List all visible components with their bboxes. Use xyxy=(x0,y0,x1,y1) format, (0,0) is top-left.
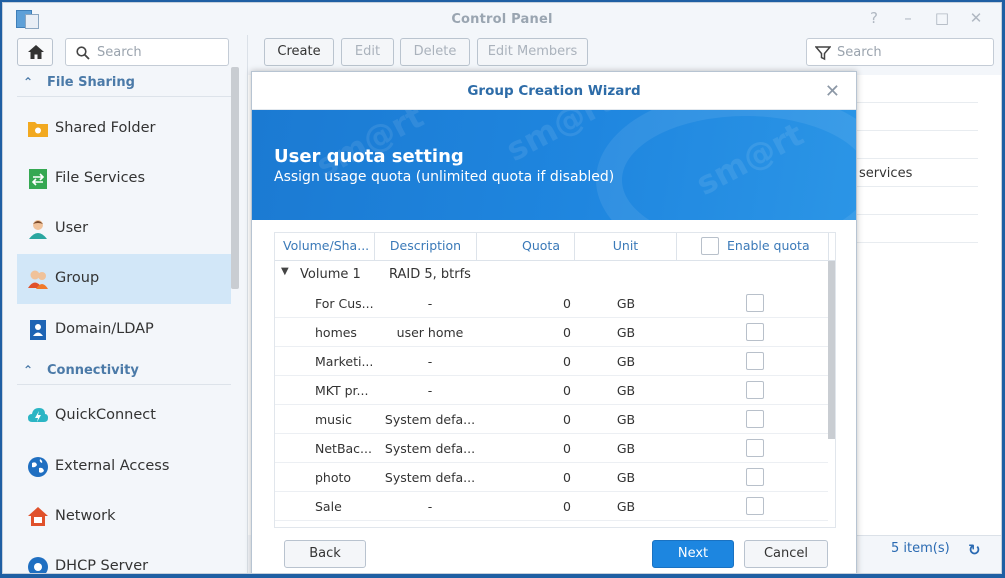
wizard-title: Group Creation Wizard xyxy=(252,72,856,110)
domain-ldap-icon xyxy=(30,320,46,340)
enable-all-checkbox[interactable] xyxy=(701,237,719,255)
column-volume[interactable]: Volume/Sha... xyxy=(275,233,375,261)
main-search-placeholder: Search xyxy=(837,45,882,60)
sidebar-item-file-services[interactable]: File Services xyxy=(17,154,231,204)
quota-row[interactable]: homes user home 0 GB xyxy=(275,318,828,347)
group-icon xyxy=(28,270,48,289)
quickconnect-icon xyxy=(28,408,48,422)
column-enable-quota[interactable]: Enable quota xyxy=(677,233,829,261)
sidebar-item-group[interactable]: Group xyxy=(17,254,231,304)
close-window-icon[interactable]: ✕ xyxy=(965,9,987,27)
sidebar-item-external-access[interactable]: External Access xyxy=(17,442,231,492)
dhcp-server-icon xyxy=(28,557,48,573)
delete-button[interactable]: Delete xyxy=(400,38,470,66)
quota-row[interactable]: Marketi... - 0 GB xyxy=(275,347,828,376)
caret-down-icon[interactable]: ▼ xyxy=(281,266,289,277)
volume-group-row[interactable]: ▼ Volume 1 RAID 5, btrfs xyxy=(275,261,835,289)
quota-table-header: Volume/Sha... Description Quota Unit Ena… xyxy=(275,233,835,261)
column-quota[interactable]: Quota xyxy=(477,233,575,261)
quota-row[interactable]: MKT pr... - 0 GB xyxy=(275,376,828,405)
group-creation-wizard: Group Creation Wizard ✕ sm@rt sm@rt sm@r… xyxy=(251,71,857,573)
create-button[interactable]: Create xyxy=(264,38,334,66)
sidebar-scrollbar[interactable] xyxy=(231,67,239,289)
enable-quota-checkbox[interactable] xyxy=(746,439,764,457)
enable-quota-checkbox[interactable] xyxy=(746,468,764,486)
chevron-up-icon: ⌃ xyxy=(23,75,34,89)
filter-icon xyxy=(815,46,831,61)
next-button[interactable]: Next xyxy=(652,540,734,568)
section-file-sharing[interactable]: ⌃ File Sharing xyxy=(17,71,231,97)
list-row[interactable] xyxy=(848,131,978,159)
list-cell-partial: services xyxy=(859,166,913,181)
column-description[interactable]: Description xyxy=(375,233,477,261)
sidebar-search-placeholder: Search xyxy=(97,45,142,60)
wizard-heading: User quota setting xyxy=(274,146,464,167)
help-icon[interactable]: ? xyxy=(863,9,885,27)
quota-row[interactable]: photo System defa... 0 GB xyxy=(275,463,828,492)
edit-button[interactable]: Edit xyxy=(341,38,394,66)
edit-members-button[interactable]: Edit Members xyxy=(477,38,588,66)
quota-table-scrollbar[interactable] xyxy=(828,261,835,439)
enable-quota-checkbox[interactable] xyxy=(746,381,764,399)
cancel-button[interactable]: Cancel xyxy=(744,540,828,568)
enable-quota-checkbox[interactable] xyxy=(746,497,764,515)
search-icon xyxy=(76,46,90,60)
external-access-icon xyxy=(28,457,48,477)
shared-folder-icon xyxy=(28,122,48,137)
list-row[interactable] xyxy=(848,103,978,131)
home-button[interactable] xyxy=(17,38,53,66)
wizard-banner: sm@rt sm@rt sm@rt User quota setting Ass… xyxy=(252,110,856,220)
window-title: Control Panel xyxy=(451,12,553,27)
user-icon xyxy=(29,220,47,239)
enable-quota-checkbox[interactable] xyxy=(746,323,764,341)
quota-row[interactable]: For Cus... - 0 GB xyxy=(275,289,828,318)
refresh-icon[interactable]: ↻ xyxy=(968,541,981,559)
sidebar-item-network[interactable]: Network xyxy=(17,492,231,542)
title-bar: Control Panel ? – □ ✕ xyxy=(3,3,1001,35)
back-button[interactable]: Back xyxy=(284,540,366,568)
enable-quota-checkbox[interactable] xyxy=(746,352,764,370)
maximize-icon[interactable]: □ xyxy=(931,9,953,27)
list-row[interactable] xyxy=(848,215,978,243)
enable-quota-checkbox[interactable] xyxy=(746,410,764,428)
sidebar-item-quickconnect[interactable]: QuickConnect xyxy=(17,391,231,441)
wizard-subheading: Assign usage quota (unlimited quota if d… xyxy=(274,169,615,185)
sidebar-item-user[interactable]: User xyxy=(17,204,231,254)
list-row[interactable] xyxy=(848,187,978,215)
close-icon[interactable]: ✕ xyxy=(825,81,840,102)
chevron-up-icon: ⌃ xyxy=(23,363,34,377)
sidebar-search-input[interactable]: Search xyxy=(65,38,229,66)
quota-row[interactable]: Sale - 0 GB xyxy=(275,492,828,521)
minimize-icon[interactable]: – xyxy=(897,9,919,27)
column-unit[interactable]: Unit xyxy=(575,233,677,261)
control-panel-window: Control Panel ? – □ ✕ Search ⌃ File Shar… xyxy=(2,2,1002,574)
section-connectivity[interactable]: ⌃ Connectivity xyxy=(17,359,231,385)
home-icon xyxy=(28,45,44,59)
item-count: 5 item(s) xyxy=(891,541,950,556)
quota-row[interactable]: music System defa... 0 GB xyxy=(275,405,828,434)
list-header-row xyxy=(848,75,978,103)
quota-row[interactable]: NetBac... System defa... 0 GB xyxy=(275,434,828,463)
main-search-input[interactable]: Search xyxy=(806,38,994,66)
file-services-icon xyxy=(29,169,47,189)
sidebar-item-shared-folder[interactable]: Shared Folder xyxy=(17,104,231,154)
network-icon xyxy=(28,507,48,526)
sidebar-item-domain-ldap[interactable]: Domain/LDAP xyxy=(17,305,231,355)
sidebar: Search ⌃ File Sharing Shared Folder File… xyxy=(3,35,243,573)
sidebar-item-dhcp-server[interactable]: DHCP Server xyxy=(17,542,231,573)
enable-quota-checkbox[interactable] xyxy=(746,294,764,312)
quota-table: Volume/Sha... Description Quota Unit Ena… xyxy=(274,232,836,528)
